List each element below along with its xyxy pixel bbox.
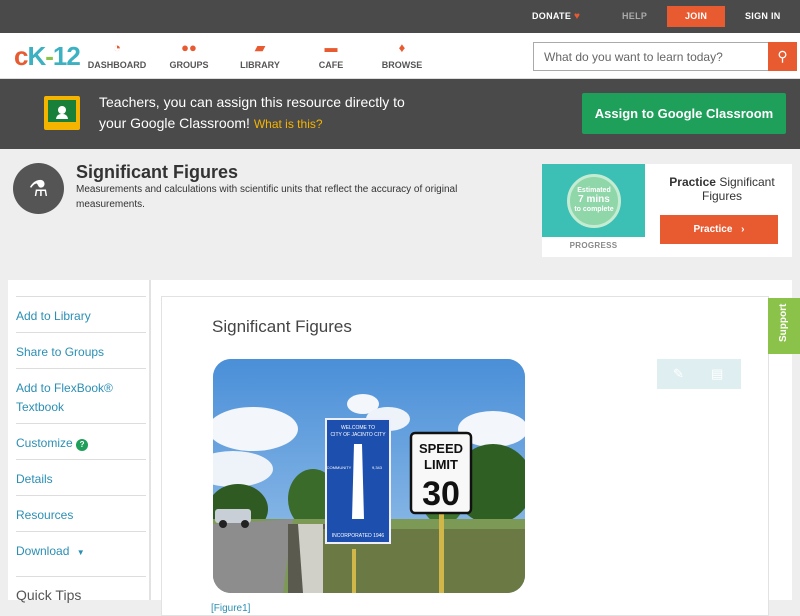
sidebar-item-add-to-flexbook[interactable]: Add to FlexBook® Textbook xyxy=(16,368,146,417)
practice-thumbnail[interactable]: Estimated 7 mins to complete xyxy=(542,164,645,237)
heart-icon: ♥ xyxy=(573,11,581,22)
search-input[interactable] xyxy=(542,49,762,65)
page-title: Significant Figures xyxy=(76,162,239,182)
figure-image: WELCOME TO CITY OF JACINTO CITY COMMUNIT… xyxy=(213,359,525,593)
search-button[interactable]: ⚲ xyxy=(768,42,797,71)
classroom-line1: Teachers, you can assign this resource d… xyxy=(99,94,405,110)
main-content: Significant Figures ✎ ▤ WELCOME TO CITY … xyxy=(151,280,792,616)
nav-browse[interactable]: ♦ BROWSE xyxy=(367,39,437,70)
nav-groups-label: GROUPS xyxy=(169,60,209,70)
practice-title-bold: Practice xyxy=(669,175,716,189)
cafe-icon: ▬ xyxy=(324,40,338,55)
notes-icon[interactable]: ▤ xyxy=(711,366,723,382)
what-is-this-link[interactable]: What is this? xyxy=(254,117,323,131)
estimate-line1: Estimated xyxy=(577,187,611,194)
search-box: ⚲ xyxy=(533,42,797,71)
nav-library[interactable]: ▰ LIBRARY xyxy=(225,39,295,70)
practice-card: Estimated 7 mins to complete PROGRESS Pr… xyxy=(542,164,792,257)
nav-dashboard[interactable]: ◔ DASHBOARD xyxy=(82,39,152,70)
chevron-right-icon: › xyxy=(741,224,745,235)
practice-button-label: Practice xyxy=(693,224,733,235)
annotation-toolbar: ✎ ▤ xyxy=(657,359,741,389)
estimate-line3: to complete xyxy=(574,206,614,213)
sign-welcome-text: WELCOME TO xyxy=(341,425,375,431)
sign-in-link[interactable]: SIGN IN xyxy=(745,0,781,33)
caret-down-icon: ▼ xyxy=(76,548,85,557)
classroom-line2: your Google Classroom! xyxy=(99,115,250,131)
nav-browse-label: BROWSE xyxy=(381,60,423,70)
groups-icon: ●● xyxy=(181,40,197,55)
practice-button[interactable]: Practice › xyxy=(660,215,778,244)
support-tab[interactable]: Support xyxy=(768,298,800,354)
quick-tips-heading[interactable]: Quick Tips xyxy=(16,576,146,603)
sidebar-item-download[interactable]: Download ▼ xyxy=(16,531,146,562)
sidebar-item-share-to-groups[interactable]: Share to Groups xyxy=(16,332,146,362)
sidebar-item-add-to-library[interactable]: Add to Library xyxy=(16,296,146,326)
top-bar: DONATE ♥ HELP JOIN SIGN IN xyxy=(0,0,800,33)
ck12-logo[interactable]: cK-12 xyxy=(14,41,81,72)
donate-link[interactable]: DONATE ♥ xyxy=(532,0,580,33)
chemistry-flask-icon: ⚗ xyxy=(13,163,64,214)
sidebar: Add to Library Share to Groups Add to Fl… xyxy=(8,280,151,603)
google-classroom-icon xyxy=(44,96,80,130)
dashboard-icon: ◔ xyxy=(113,40,121,55)
svg-text:COMMUNITY: COMMUNITY xyxy=(327,465,352,470)
support-label: Support xyxy=(778,303,789,342)
speed-limit-photo: WELCOME TO CITY OF JACINTO CITY COMMUNIT… xyxy=(213,359,525,593)
progress-label: PROGRESS xyxy=(569,241,618,250)
classroom-message: Teachers, you can assign this resource d… xyxy=(99,92,459,135)
nav-dashboard-label: DASHBOARD xyxy=(87,60,147,70)
nav-cafe-label: CAFE xyxy=(318,60,344,70)
sign-speed-text: SPEED xyxy=(419,441,463,456)
figure-link[interactable]: [Figure1] xyxy=(211,603,250,614)
join-button[interactable]: JOIN xyxy=(667,6,726,27)
sidebar-item-resources[interactable]: Resources xyxy=(16,495,146,525)
sidebar-item-customize[interactable]: Customize ? xyxy=(16,423,146,453)
nav-groups[interactable]: ●● GROUPS xyxy=(154,39,224,70)
sign-incorporated-text: INCORPORATED 1946 xyxy=(332,533,385,539)
search-icon: ⚲ xyxy=(777,48,788,64)
sign-city-text: CITY OF JACINTO CITY xyxy=(330,432,386,438)
pencil-icon[interactable]: ✎ xyxy=(673,366,684,382)
assign-google-classroom-button[interactable]: Assign to Google Classroom xyxy=(582,93,786,134)
sidebar-item-details[interactable]: Details xyxy=(16,459,146,489)
donate-label: DONATE xyxy=(532,11,572,21)
content-title: Significant Figures xyxy=(212,317,352,336)
estimate-badge: Estimated 7 mins to complete xyxy=(567,174,621,228)
svg-text:9,343: 9,343 xyxy=(372,465,383,470)
google-classroom-banner: Teachers, you can assign this resource d… xyxy=(0,79,800,149)
nav-library-label: LIBRARY xyxy=(240,60,280,70)
library-icon: ▰ xyxy=(255,40,265,55)
nav-cafe[interactable]: ▬ CAFE xyxy=(296,39,366,70)
sign-limit-text: LIMIT xyxy=(424,457,458,472)
concept-description: Measurements and calculations with scien… xyxy=(76,184,458,210)
practice-title: Practice Significant Figures xyxy=(658,175,786,203)
estimate-line2: 7 mins xyxy=(578,194,610,205)
download-label: Download xyxy=(16,544,70,558)
sign-30-text: 30 xyxy=(422,475,460,513)
help-link[interactable]: HELP xyxy=(622,0,647,33)
help-icon[interactable]: ? xyxy=(76,439,89,451)
content-panel: Significant Figures ✎ ▤ WELCOME TO CITY … xyxy=(161,296,769,616)
customize-label: Customize xyxy=(16,436,73,450)
browse-icon: ♦ xyxy=(398,40,406,55)
